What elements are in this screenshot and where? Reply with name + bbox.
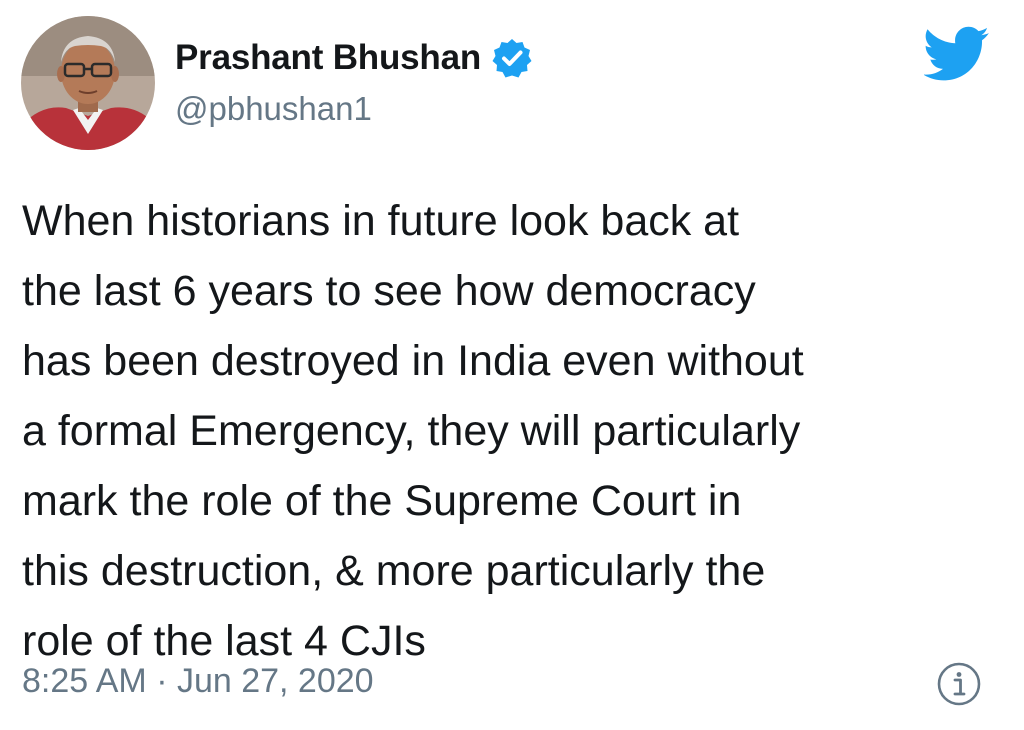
tweet-text-line: the last 6 years to see how democracy [22,267,756,315]
tweet-text-line: a formal Emergency, they will particular… [22,407,801,455]
tweet-text-line: has been destroyed in India even without [22,337,804,385]
tweet-card: Prashant Bhushan @pbhushan1 When histori… [0,0,1024,730]
profile-photo [21,16,155,150]
tweet-text-line: this destruction, & more particularly th… [22,547,766,595]
verified-badge-icon [491,37,533,79]
avatar[interactable] [21,16,155,150]
timestamp[interactable]: 8:25 AM · Jun 27, 2020 [22,662,374,701]
author-row: Prashant Bhushan [175,36,533,80]
user-handle[interactable]: @pbhushan1 [175,90,372,128]
tweet-text-line: When historians in future look back at [22,197,740,245]
twitter-bird-icon[interactable] [922,26,990,82]
tweet-text: When historians in future look back at t… [22,186,1007,676]
display-name[interactable]: Prashant Bhushan [175,38,481,78]
info-icon[interactable] [935,660,983,708]
tweet-text-line: mark the role of the Supreme Court in [22,477,742,525]
